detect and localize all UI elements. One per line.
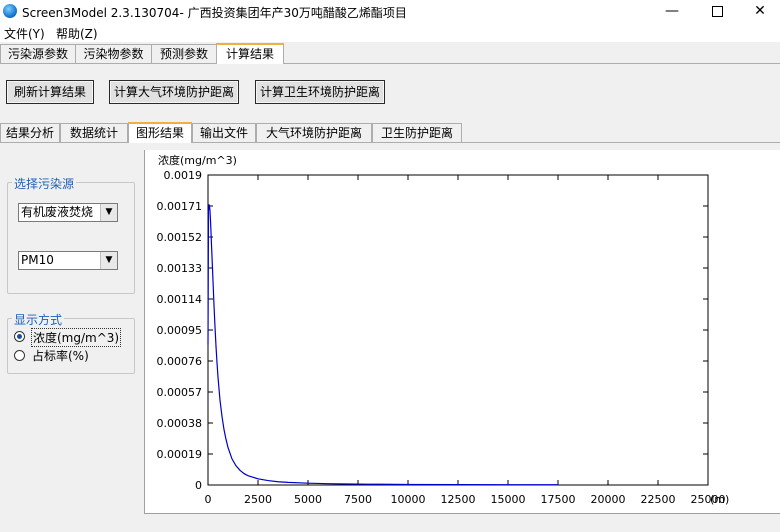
x-tick-label: 0 <box>205 493 212 506</box>
display-group-legend: 显示方式 <box>12 311 65 328</box>
maximize-icon <box>711 5 723 17</box>
menu-bar: 文件(Y) 帮助(Z) <box>0 22 780 42</box>
x-tick-label: 20000 <box>591 493 626 506</box>
y-tick-label: 0 <box>195 479 202 492</box>
x-tick-label: 10000 <box>391 493 426 506</box>
y-tick-label: 0.00076 <box>157 355 203 368</box>
y-tick-label: 0.00171 <box>157 200 203 213</box>
y-tick-label: 0.00019 <box>157 448 203 461</box>
subtab-output-file[interactable]: 输出文件 <box>192 123 256 142</box>
percentage-radio[interactable] <box>14 350 25 361</box>
app-icon <box>3 4 17 18</box>
tab-predict-params[interactable]: 预测参数 <box>151 44 217 63</box>
refresh-results-button[interactable]: 刷新计算结果 <box>6 80 94 104</box>
calc-hygiene-distance-button[interactable]: 计算卫生环境防护距离 <box>255 80 385 104</box>
menu-file[interactable]: 文件(Y) <box>4 25 45 42</box>
concentration-chart: 浓度(mg/m^3) 0 0.00019 0.00038 0.00057 0.00076 0… <box>157 153 730 506</box>
calc-atmos-distance-button[interactable]: 计算大气环境防护距离 <box>109 80 239 104</box>
tab-source-params[interactable]: 污染源参数 <box>0 44 76 63</box>
y-tick-label: 0.00152 <box>157 231 203 244</box>
y-tick-label: 0.00057 <box>157 386 203 399</box>
y-tick-label: 0.00095 <box>157 324 203 337</box>
pollutant-select[interactable]: PM10 ▼ <box>18 251 118 270</box>
percentage-radio-label[interactable]: 占标率(%) <box>32 347 89 364</box>
x-tick-label: 7500 <box>344 493 372 506</box>
y-tick-label: 0.00133 <box>157 262 203 275</box>
concentration-radio[interactable] <box>14 331 25 342</box>
x-tick-label: 15000 <box>491 493 526 506</box>
plot-frame <box>207 174 709 486</box>
pollutant-select-value: PM10 <box>21 253 54 267</box>
x-tick-label: 22500 <box>641 493 676 506</box>
source-group-legend: 选择污染源 <box>12 175 77 192</box>
subtab-atmos-distance[interactable]: 大气环境防护距离 <box>256 123 372 142</box>
source-select[interactable]: 有机废液焚烧 ▼ <box>18 203 118 222</box>
y-tick-label: 0.00038 <box>157 417 203 430</box>
subtab-hygiene-distance[interactable]: 卫生防护距离 <box>372 123 462 142</box>
source-select-value: 有机废液焚烧 <box>21 205 94 219</box>
subtab-result-analysis[interactable]: 结果分析 <box>0 123 60 142</box>
y-tick-label: 0.0019 <box>164 169 203 182</box>
concentration-radio-label[interactable]: 浓度(mg/m^3) <box>31 328 122 347</box>
maximize-button[interactable] <box>695 0 739 22</box>
tab-pollutant-params[interactable]: 污染物参数 <box>75 44 152 63</box>
y-tick-label: 0.00114 <box>157 293 203 306</box>
source-groupbox <box>7 182 135 294</box>
tab-calc-results[interactable]: 计算结果 <box>216 43 284 64</box>
menu-help[interactable]: 帮助(Z) <box>56 25 98 42</box>
subtab-graph-results[interactable]: 图形结果 <box>128 122 192 143</box>
title-bar: Screen3Model 2.3.130704- 广西投资集团年产30万吨醋酸乙… <box>0 0 780 22</box>
subtab-data-stats[interactable]: 数据统计 <box>60 123 128 142</box>
x-tick-label: 2500 <box>244 493 272 506</box>
x-axis-unit: (m) <box>710 493 729 506</box>
window-title: Screen3Model 2.3.130704- 广西投资集团年产30万吨醋酸乙… <box>22 6 407 20</box>
chart-panel: 浓度(mg/m^3) 0 0.00019 0.00038 0.00057 0.00076 0… <box>144 150 780 526</box>
x-tick-label: 12500 <box>441 493 476 506</box>
close-button[interactable]: ✕ <box>738 0 780 22</box>
x-tick-label: 17500 <box>541 493 576 506</box>
x-tick-label: 5000 <box>294 493 322 506</box>
chevron-down-icon: ▼ <box>100 252 117 269</box>
minimize-button[interactable]: — <box>650 0 694 22</box>
chart-bottom-strip <box>144 513 780 526</box>
y-axis-label: 浓度(mg/m^3) <box>158 153 237 167</box>
chevron-down-icon: ▼ <box>100 204 117 221</box>
